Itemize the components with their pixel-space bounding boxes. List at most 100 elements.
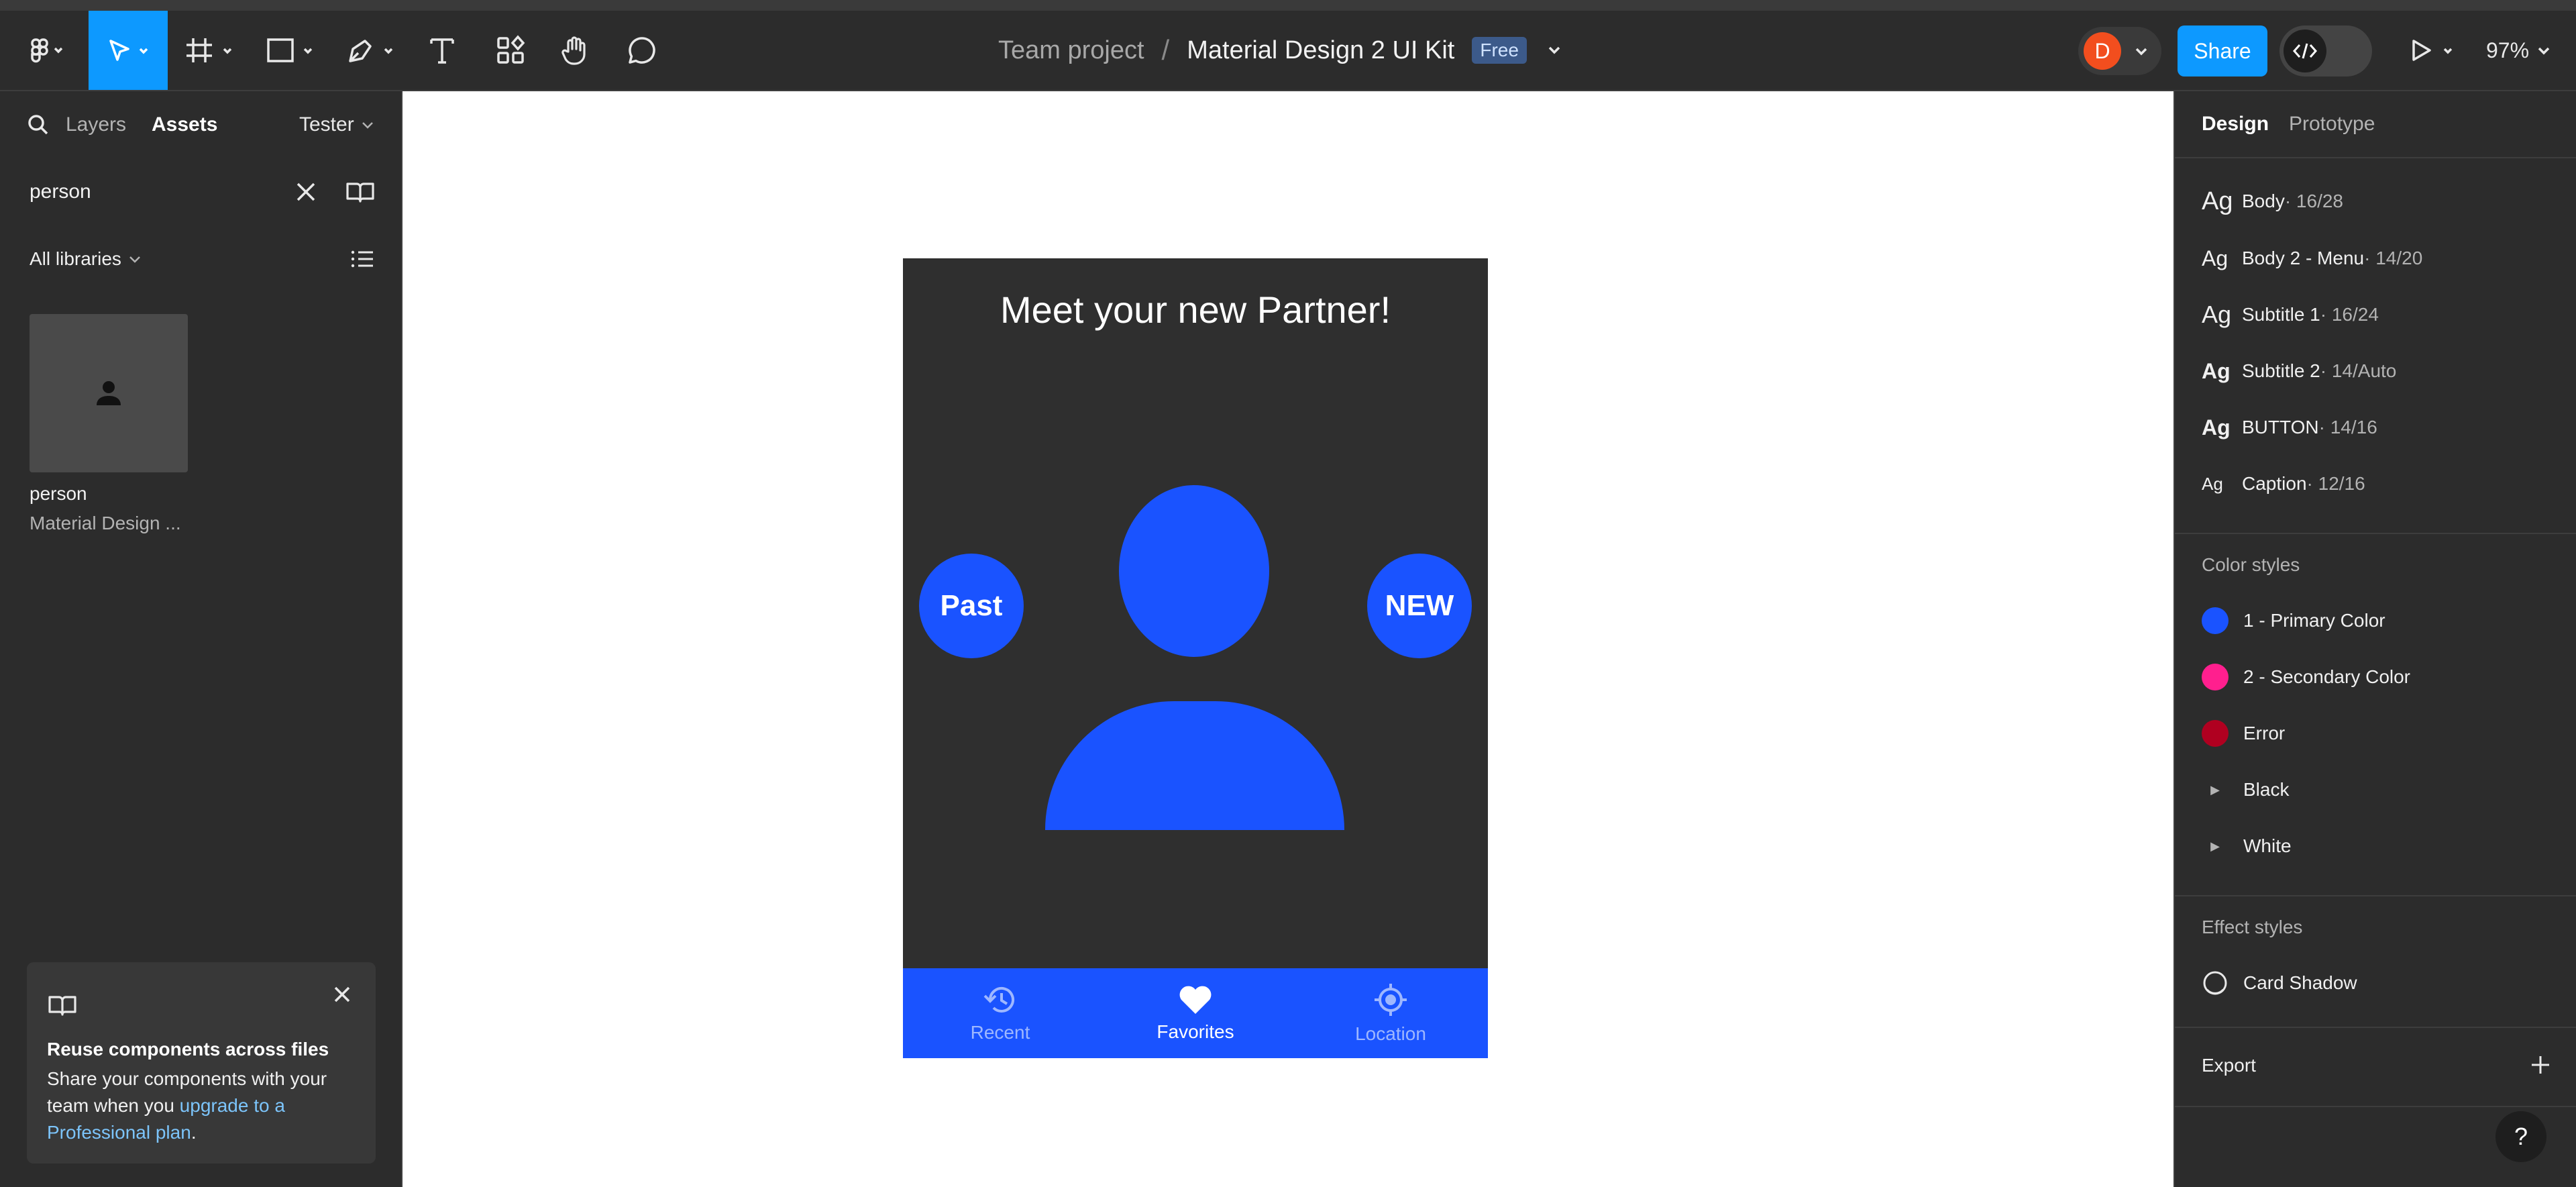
toolbar: Team project / Material Design 2 UI Kit …	[0, 0, 2576, 91]
text-style-meta: · 16/24	[2320, 304, 2379, 325]
library-icon[interactable]	[345, 180, 376, 204]
frame-icon	[186, 38, 232, 62]
shadow-effect-icon	[2203, 971, 2227, 995]
tab-layers[interactable]: Layers	[66, 113, 126, 136]
person-icon	[97, 381, 121, 405]
text-style-name: Body	[2242, 191, 2285, 211]
color-swatch	[2202, 607, 2229, 634]
text-style-meta: · 14/20	[2364, 248, 2423, 268]
nav-item-location[interactable]: Location	[1293, 968, 1488, 1058]
promo-tail: .	[191, 1122, 197, 1143]
close-promo-icon[interactable]	[330, 982, 354, 1007]
color-style-secondary[interactable]: 2 - Secondary Color	[2202, 657, 2410, 697]
past-chip[interactable]: Past	[919, 554, 1024, 658]
divider	[2175, 895, 2576, 896]
gps-icon	[1375, 984, 1407, 1016]
comment-tool[interactable]	[619, 11, 665, 90]
text-style-meta: · 12/16	[2306, 473, 2365, 494]
page-selector[interactable]: Tester	[299, 113, 374, 136]
book-icon	[47, 993, 78, 1017]
left-panel: Layers Assets Tester person All librarie…	[0, 91, 402, 1187]
breadcrumb-team[interactable]: Team project	[998, 36, 1144, 65]
nav-item-favorites[interactable]: Favorites	[1098, 968, 1293, 1058]
add-export-icon[interactable]	[2529, 1053, 2552, 1076]
text-style-meta: · 14/Auto	[2320, 360, 2397, 381]
asset-tile-person[interactable]	[30, 314, 188, 472]
effect-styles-heading: Effect styles	[2202, 917, 2303, 937]
divider	[2175, 1106, 2576, 1107]
hand-icon	[561, 36, 586, 65]
zoom-control[interactable]: 97%	[2486, 11, 2552, 90]
frame-tool[interactable]	[182, 11, 243, 90]
color-group-black[interactable]: ▶ Black	[2202, 770, 2289, 810]
canvas[interactable]: Meet your new Partner! Past NEW Recent F…	[402, 91, 2174, 1187]
figma-menu-icon	[31, 38, 63, 63]
pen-icon	[349, 40, 393, 62]
frame-title: Meet your new Partner!	[1000, 289, 1391, 331]
person-body	[1045, 701, 1344, 830]
text-style-preview: Ag	[2202, 415, 2231, 440]
hand-tool[interactable]	[551, 11, 598, 90]
figma-menu-button[interactable]	[20, 11, 74, 90]
nav-item-recent[interactable]: Recent	[903, 968, 1097, 1058]
present-button[interactable]	[2406, 11, 2466, 90]
tab-design[interactable]: Design	[2202, 113, 2269, 136]
library-filter-row: All libraries	[0, 225, 402, 293]
plan-badge: Free	[1472, 37, 1527, 64]
text-style-subtitle-1[interactable]: Ag Subtitle 1 · 16/24	[2202, 295, 2379, 335]
text-style-name: BUTTON	[2242, 417, 2319, 437]
text-style-preview: Ag	[2202, 358, 2231, 383]
color-style-primary[interactable]: 1 - Primary Color	[2202, 601, 2385, 641]
color-swatch	[2202, 720, 2229, 747]
text-icon	[430, 38, 454, 64]
list-view-icon[interactable]	[350, 247, 374, 271]
pen-tool[interactable]	[343, 11, 404, 90]
multiplayer-avatars[interactable]: D	[2078, 27, 2161, 75]
color-swatch	[2202, 664, 2229, 690]
color-group-name: White	[2243, 835, 2292, 856]
help-button[interactable]: ?	[2496, 1111, 2546, 1162]
text-style-body[interactable]: Ag Body · 16/28	[2202, 181, 2343, 221]
breadcrumb-separator: /	[1161, 34, 1170, 66]
file-name[interactable]: Material Design 2 UI Kit	[1187, 36, 1454, 65]
bottom-navigation: Recent Favorites Location	[903, 968, 1488, 1058]
dev-mode-toggle[interactable]	[2279, 25, 2372, 76]
heart-icon	[1179, 986, 1212, 1014]
text-tool[interactable]	[419, 11, 466, 90]
play-icon	[2412, 40, 2453, 61]
color-style-name: 1 - Primary Color	[2243, 610, 2385, 631]
asset-library: Material Design ...	[30, 513, 181, 533]
tab-prototype[interactable]: Prototype	[2289, 113, 2375, 136]
color-group-white[interactable]: ▶ White	[2202, 826, 2292, 866]
shape-tool[interactable]	[263, 11, 323, 90]
divider	[2175, 533, 2576, 534]
nav-label-location: Location	[1355, 1023, 1426, 1044]
color-style-error[interactable]: Error	[2202, 713, 2285, 754]
text-style-subtitle-2[interactable]: Ag Subtitle 2 · 14/Auto	[2202, 351, 2396, 391]
effect-style-name: Card Shadow	[2243, 972, 2357, 993]
effect-style-card-shadow[interactable]: Card Shadow	[2202, 963, 2357, 1003]
text-style-button[interactable]: Ag BUTTON · 14/16	[2202, 407, 2377, 448]
new-chip[interactable]: NEW	[1367, 554, 1472, 658]
breadcrumb: Team project / Material Design 2 UI Kit …	[998, 11, 1564, 90]
move-tool[interactable]	[89, 11, 168, 90]
expand-caret-icon: ▶	[2210, 782, 2220, 796]
search-icon[interactable]	[27, 113, 50, 136]
text-style-caption[interactable]: Ag Caption · 12/16	[2202, 464, 2365, 504]
search-input[interactable]: person	[30, 180, 91, 203]
file-menu-chevron-icon[interactable]	[1544, 40, 1564, 60]
person-head	[1119, 485, 1269, 657]
chevron-down-icon	[362, 122, 373, 129]
resources-tool[interactable]	[487, 11, 534, 90]
text-style-preview: Ag	[2202, 473, 2223, 494]
history-icon	[983, 986, 1014, 1013]
asset-search[interactable]: person	[0, 158, 402, 225]
right-panel-tabs: Design Prototype	[2175, 91, 2576, 158]
library-filter[interactable]: All libraries	[30, 248, 142, 270]
mobile-frame[interactable]: Meet your new Partner! Past NEW Recent F…	[903, 258, 1488, 1058]
share-button[interactable]: Share	[2178, 25, 2267, 76]
text-style-body-2-menu[interactable]: Ag Body 2 - Menu · 14/20	[2202, 238, 2422, 278]
library-filter-label: All libraries	[30, 248, 121, 269]
clear-search-icon[interactable]	[294, 180, 318, 204]
tab-assets[interactable]: Assets	[152, 113, 217, 136]
